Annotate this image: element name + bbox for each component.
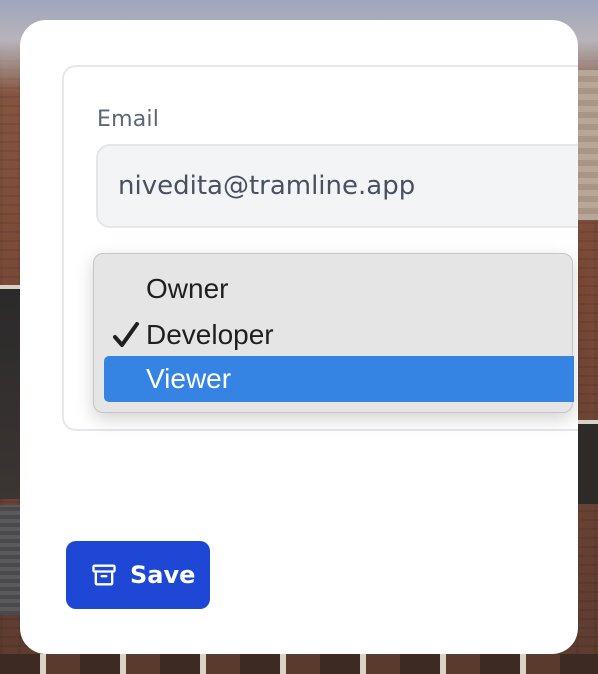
background-roof-left <box>0 505 20 615</box>
archive-box-icon <box>90 561 118 589</box>
role-option-label: Viewer <box>146 363 232 394</box>
email-label: Email <box>97 107 160 132</box>
role-option-owner[interactable]: Owner <box>104 266 574 312</box>
background-tower <box>578 70 598 220</box>
save-button[interactable]: Save <box>66 541 210 609</box>
role-dropdown-menu[interactable]: Owner Developer Viewer <box>93 253 574 413</box>
background-window-right <box>578 420 598 504</box>
role-option-label: Owner <box>146 273 229 304</box>
checkmark-icon <box>112 319 140 351</box>
role-option-viewer[interactable]: Viewer <box>104 356 574 402</box>
role-option-developer[interactable]: Developer <box>104 312 574 358</box>
role-option-label: Developer <box>146 319 274 350</box>
background-bottom-strip <box>0 654 598 674</box>
save-button-label: Save <box>130 561 196 589</box>
email-field[interactable] <box>96 144 578 228</box>
background-window-left <box>0 285 20 499</box>
